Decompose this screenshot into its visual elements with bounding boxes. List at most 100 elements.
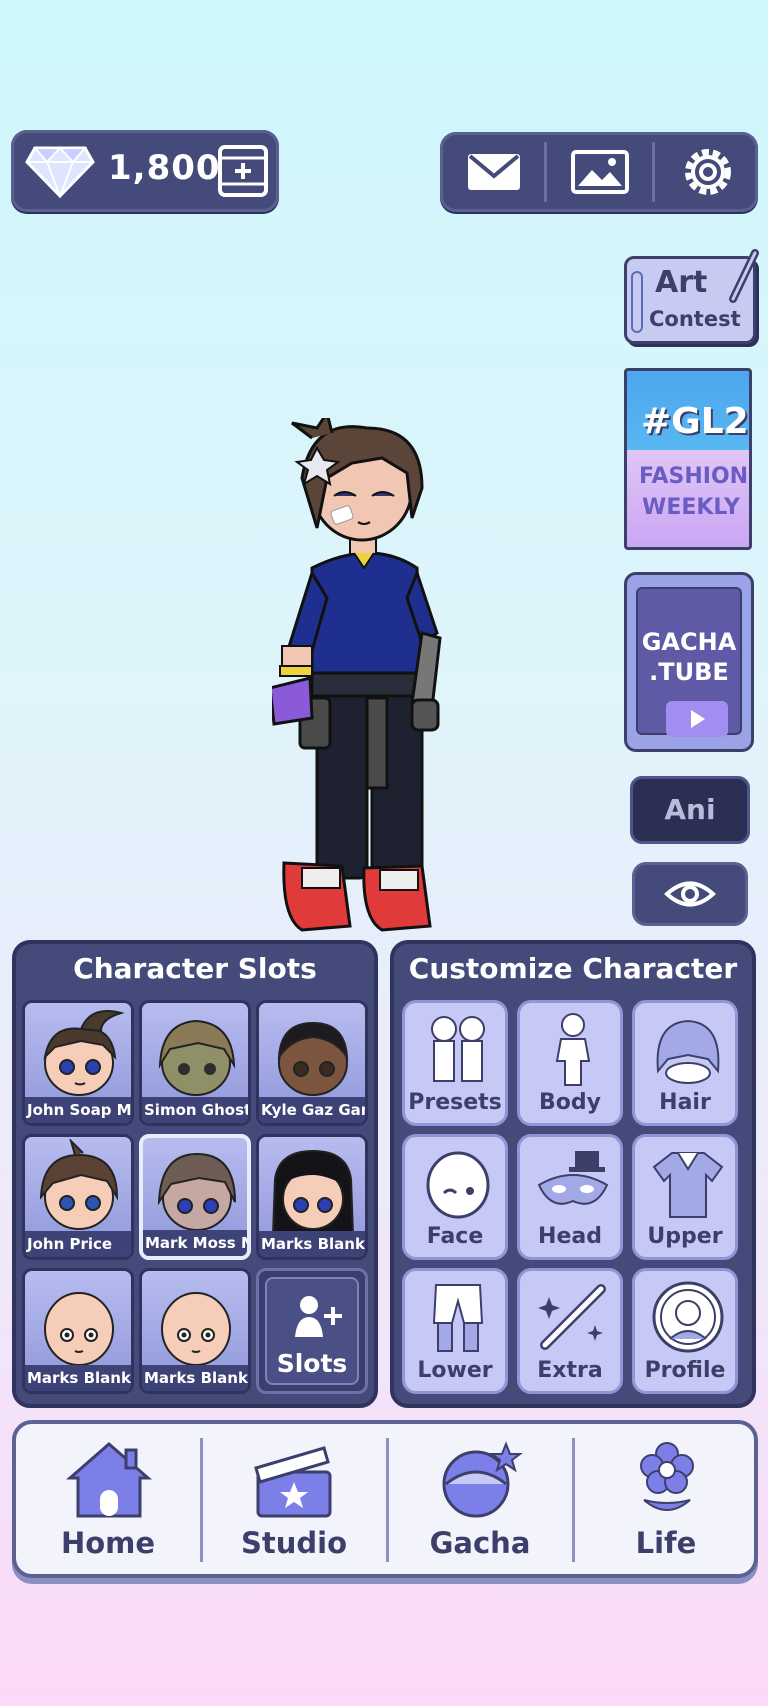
head-label: Head bbox=[538, 1224, 602, 1249]
character-slot[interactable]: John Soap Ma bbox=[22, 1000, 134, 1126]
ani-label: Ani bbox=[664, 793, 716, 826]
gacha-tube-line-1: GACHA bbox=[641, 628, 737, 656]
head-button[interactable]: Head bbox=[517, 1134, 623, 1260]
weapon-icon bbox=[538, 1284, 606, 1350]
character-slot[interactable]: Marks Blank M bbox=[22, 1268, 134, 1394]
avatar bbox=[43, 1010, 125, 1096]
visibility-toggle-button[interactable] bbox=[632, 862, 748, 926]
character-slot-label: Simon Ghost R bbox=[142, 1097, 248, 1123]
character-avatar[interactable] bbox=[272, 418, 472, 936]
add-slots-button[interactable]: Slots bbox=[256, 1268, 368, 1394]
ani-button[interactable]: Ani bbox=[630, 776, 750, 844]
flower-icon bbox=[640, 1442, 694, 1511]
upper-button[interactable]: Upper bbox=[632, 1134, 738, 1260]
nav-gacha-label: Gacha bbox=[429, 1526, 531, 1560]
art-contest-label-1: Art bbox=[655, 265, 708, 300]
gacha-tube-button[interactable]: GACHA .TUBE bbox=[624, 572, 754, 752]
fashion-weekly-button[interactable]: #GL2 FASHION WEEKLY bbox=[624, 368, 752, 550]
gacha-tube-line-2: .TUBE bbox=[649, 658, 729, 686]
face-label: Face bbox=[426, 1224, 484, 1249]
divider bbox=[544, 142, 547, 202]
avatar bbox=[158, 1019, 236, 1096]
customize-character-panel: Customize Character Presets Body Hair Fa… bbox=[390, 940, 756, 1408]
pants-icon bbox=[432, 1284, 484, 1352]
character-slot-selected[interactable]: Mark Moss Mc bbox=[139, 1134, 251, 1260]
face-button[interactable]: Face bbox=[402, 1134, 508, 1260]
avatar bbox=[277, 1021, 349, 1096]
presets-label: Presets bbox=[408, 1090, 502, 1115]
avatar bbox=[271, 1149, 355, 1235]
nav-home-label: Home bbox=[60, 1526, 156, 1560]
nav-studio[interactable]: Studio bbox=[202, 1424, 386, 1574]
body-label: Body bbox=[539, 1090, 601, 1115]
character-slot-label: Marks Blank M bbox=[142, 1365, 248, 1391]
add-user-icon bbox=[295, 1296, 342, 1337]
character-slot-label: John Soap Ma bbox=[25, 1097, 131, 1123]
fashion-line-1: FASHION bbox=[639, 464, 749, 489]
character-slot[interactable]: Marks Blank M bbox=[139, 1268, 251, 1394]
profile-button[interactable]: Profile bbox=[632, 1268, 738, 1394]
bottom-navigation: Home Studio Gacha Life bbox=[12, 1420, 758, 1578]
house-icon bbox=[66, 1442, 152, 1518]
customize-character-title: Customize Character bbox=[408, 952, 738, 985]
hair-button[interactable]: Hair bbox=[632, 1000, 738, 1126]
play-icon bbox=[666, 701, 728, 737]
avatar bbox=[161, 1292, 231, 1366]
notebook-rings-icon bbox=[631, 271, 643, 333]
art-contest-button[interactable]: Art Contest bbox=[624, 249, 759, 344]
hair-icon bbox=[656, 1019, 720, 1084]
extra-label: Extra bbox=[537, 1358, 603, 1383]
profile-label: Profile bbox=[644, 1358, 726, 1383]
fashion-line-2: WEEKLY bbox=[642, 495, 740, 520]
presets-icon bbox=[431, 1016, 485, 1082]
top-icon-bar bbox=[440, 132, 758, 212]
settings-icon[interactable] bbox=[678, 144, 738, 200]
hair-label: Hair bbox=[659, 1090, 711, 1115]
art-contest-label-2: Contest bbox=[649, 307, 741, 331]
character-slot[interactable]: Simon Ghost R bbox=[139, 1000, 251, 1126]
character-slot-label: Marks Blank M bbox=[259, 1231, 365, 1257]
body-button[interactable]: Body bbox=[517, 1000, 623, 1126]
lower-label: Lower bbox=[417, 1358, 493, 1383]
shirt-icon bbox=[652, 1152, 724, 1218]
character-slot-label: Mark Moss Mc bbox=[143, 1230, 247, 1256]
diamond-icon bbox=[25, 146, 95, 199]
avatar bbox=[157, 1152, 236, 1231]
nav-studio-label: Studio bbox=[240, 1526, 348, 1560]
character-slots-panel: Character Slots John Soap Ma Simon Ghost… bbox=[12, 940, 378, 1408]
character-slot-label: John Price bbox=[25, 1231, 131, 1257]
nav-life[interactable]: Life bbox=[574, 1424, 758, 1574]
add-slots-label: Slots bbox=[276, 1349, 348, 1378]
mask-icon bbox=[537, 1151, 609, 1205]
gacha-tube-label: GACHA .TUBE bbox=[638, 627, 740, 687]
eye-icon bbox=[664, 881, 716, 907]
upper-label: Upper bbox=[647, 1224, 723, 1249]
nav-gacha[interactable]: Gacha bbox=[388, 1424, 572, 1574]
nav-home[interactable]: Home bbox=[16, 1424, 200, 1574]
pencil-icon bbox=[729, 249, 759, 303]
currency-display[interactable]: 1,800 bbox=[11, 130, 279, 212]
body-icon bbox=[555, 1013, 591, 1086]
avatar bbox=[44, 1292, 114, 1366]
character-slot-label: Marks Blank M bbox=[25, 1365, 131, 1391]
gacha-ball-icon bbox=[442, 1441, 523, 1518]
presets-button[interactable]: Presets bbox=[402, 1000, 508, 1126]
divider bbox=[652, 142, 655, 202]
gallery-icon[interactable] bbox=[570, 144, 630, 200]
add-currency-icon[interactable] bbox=[217, 144, 269, 198]
currency-amount: 1,800 bbox=[108, 148, 221, 188]
mail-icon[interactable] bbox=[464, 144, 524, 200]
character-slot[interactable]: Kyle Gaz Garr bbox=[256, 1000, 368, 1126]
character-slot[interactable]: John Price bbox=[22, 1134, 134, 1260]
lower-button[interactable]: Lower bbox=[402, 1268, 508, 1394]
fashion-weekly-label: FASHION WEEKLY bbox=[639, 461, 749, 523]
face-icon bbox=[426, 1151, 490, 1219]
character-slot[interactable]: Marks Blank M bbox=[256, 1134, 368, 1260]
extra-button[interactable]: Extra bbox=[517, 1268, 623, 1394]
profile-icon bbox=[652, 1281, 724, 1353]
avatar bbox=[39, 1139, 119, 1230]
character-slots-title: Character Slots bbox=[73, 952, 317, 985]
nav-life-label: Life bbox=[635, 1526, 697, 1560]
character-slot-label: Kyle Gaz Garr bbox=[259, 1097, 365, 1123]
tube-screen: GACHA .TUBE bbox=[636, 587, 742, 737]
